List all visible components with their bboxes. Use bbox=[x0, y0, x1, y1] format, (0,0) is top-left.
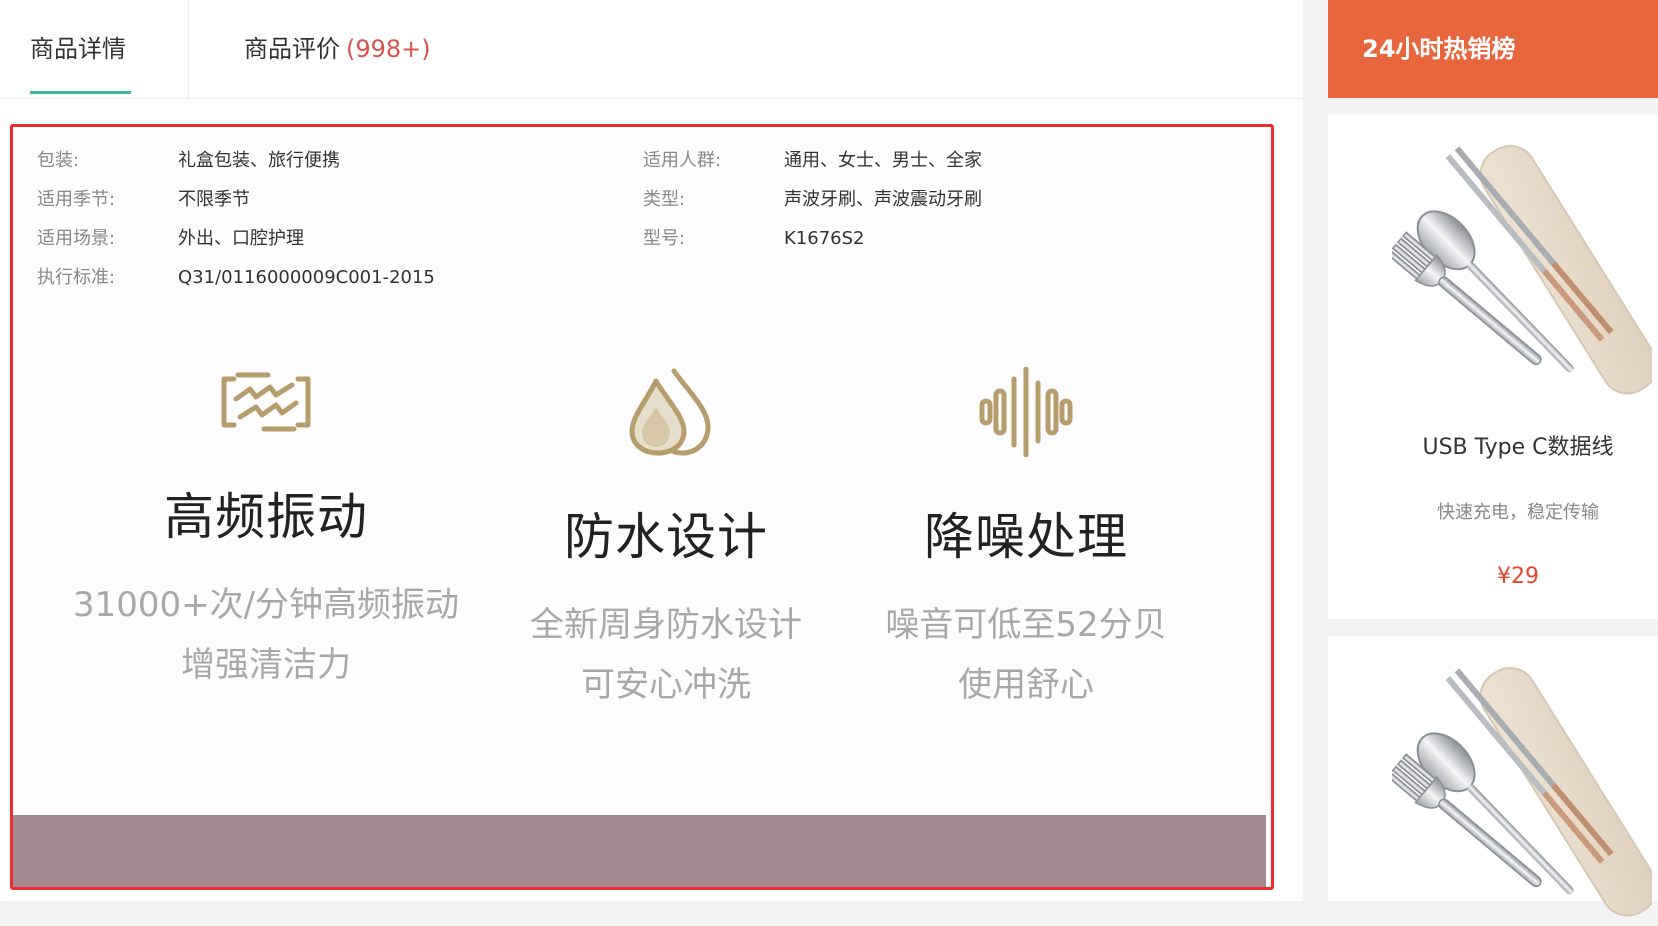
product-card[interactable] bbox=[1328, 636, 1658, 917]
feature-desc-line2: 可安心冲洗 bbox=[581, 665, 751, 705]
spec-key: 型号: bbox=[643, 228, 686, 249]
cutlery-set-image bbox=[1392, 667, 1652, 917]
tab-product-reviews-label: 商品评价 bbox=[244, 35, 340, 63]
tab-product-reviews[interactable]: 商品评价 (998+) bbox=[244, 0, 431, 98]
spec-key: 类型: bbox=[643, 189, 686, 210]
water-drops-icon bbox=[629, 368, 711, 456]
spec-value: 礼盒包装、旅行便携 bbox=[178, 150, 340, 171]
spec-value: 通用、女士、男士、全家 bbox=[784, 150, 982, 171]
tab-product-detail-label: 商品详情 bbox=[30, 35, 126, 63]
feature-waterproof: 防水设计 全新周身防水设计 可安心冲洗 bbox=[466, 367, 866, 715]
spec-value: 外出、口腔护理 bbox=[178, 228, 304, 249]
spec-value: K1676S2 bbox=[784, 228, 865, 249]
tab-divider bbox=[188, 0, 189, 98]
spec-key: 适用人群: bbox=[643, 150, 722, 171]
product-desc: 快速充电，稳定传输 bbox=[1437, 502, 1599, 523]
detail-tabs: 商品详情 商品评价 (998+) bbox=[0, 0, 1303, 99]
spec-value: 不限季节 bbox=[178, 189, 250, 210]
vibration-icon bbox=[221, 372, 311, 432]
spec-key: 适用季节: bbox=[37, 189, 116, 210]
product-card[interactable]: USB Type C数据线 快速充电，稳定传输 ¥29 bbox=[1328, 114, 1658, 619]
spec-key: 执行标准: bbox=[37, 267, 116, 288]
spec-value: Q31/0116000009C001-2015 bbox=[178, 267, 435, 288]
spec-key: 适用场景: bbox=[37, 228, 116, 249]
active-tab-underline bbox=[30, 91, 131, 94]
feature-vibration: 高频振动 31000+次/分钟高频振动 增强清洁力 bbox=[66, 367, 466, 695]
feature-desc-line1: 噪音可低至52分贝 bbox=[885, 605, 1167, 645]
sidebar-title: 24小时热销榜 bbox=[1328, 0, 1658, 98]
product-main: 商品详情 商品评价 (998+) 包装: 礼盒包装、旅行便携 适用季节: 不限季节… bbox=[0, 0, 1303, 901]
feature-noise-reduction: 降噪处理 噪音可低至52分贝 使用舒心 bbox=[826, 367, 1226, 715]
tab-product-detail[interactable]: 商品详情 bbox=[30, 0, 131, 98]
feature-desc-line2: 增强清洁力 bbox=[181, 645, 351, 685]
product-image-banner bbox=[13, 815, 1266, 887]
spec-key: 包装: bbox=[37, 150, 80, 171]
hot-sales-sidebar: 24小时热销榜 USB Type C数据线 快速充电，稳定传输 ¥29 bbox=[1328, 0, 1658, 917]
feature-highlights: 高频振动 31000+次/分钟高频振动 增强清洁力 防水设计 全新周身防水设计 … bbox=[13, 367, 1271, 705]
feature-title: 降噪处理 bbox=[924, 508, 1128, 566]
product-name[interactable]: USB Type C数据线 bbox=[1328, 429, 1658, 461]
cutlery-set-image bbox=[1392, 145, 1652, 395]
product-detail-content: 包装: 礼盒包装、旅行便携 适用季节: 不限季节 适用场景: 外出、口腔护理 执… bbox=[10, 124, 1274, 890]
feature-title: 高频振动 bbox=[164, 488, 368, 546]
feature-title: 防水设计 bbox=[564, 508, 768, 566]
feature-desc-line1: 31000+次/分钟高频振动 bbox=[72, 585, 460, 625]
sound-wave-icon bbox=[979, 367, 1073, 457]
product-price: ¥29 bbox=[1497, 564, 1539, 589]
feature-desc-line2: 使用舒心 bbox=[958, 665, 1094, 705]
feature-desc-line1: 全新周身防水设计 bbox=[530, 605, 802, 645]
review-count: (998+) bbox=[346, 35, 431, 63]
spec-value: 声波牙刷、声波震动牙刷 bbox=[784, 189, 982, 210]
